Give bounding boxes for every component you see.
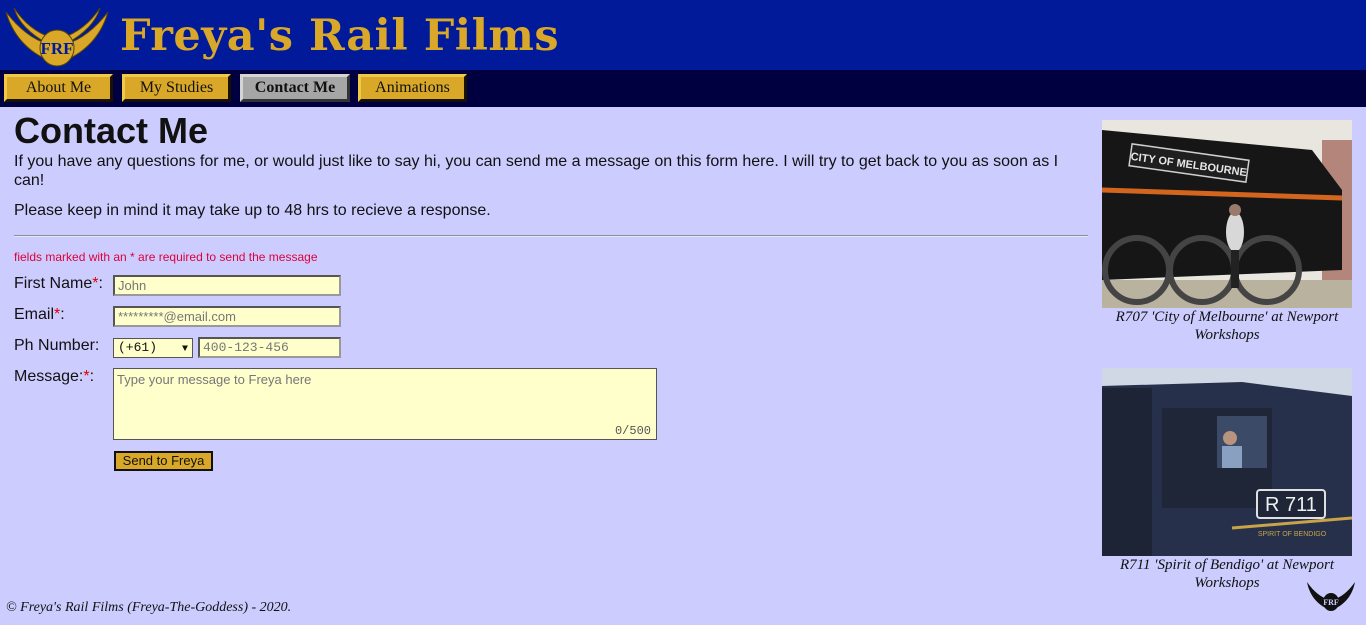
message-textarea[interactable]: Type your message to Freya here 0/500 bbox=[113, 368, 657, 440]
response-time-text: Please keep in mind it may take up to 48… bbox=[14, 202, 491, 219]
footer-copyright: © Freya's Rail Films (Freya-The-Goddess)… bbox=[6, 600, 292, 615]
main-nav: About Me My Studies Contact Me Animation… bbox=[0, 70, 1366, 107]
main-content: Contact Me If you have any questions for… bbox=[14, 110, 1090, 471]
email-input[interactable]: *********@email.com bbox=[113, 306, 341, 327]
photo-caption: R707 'City of Melbourne' at Newport Work… bbox=[1115, 309, 1339, 343]
svg-text:SPIRIT OF BENDIGO: SPIRIT OF BENDIGO bbox=[1258, 531, 1327, 538]
required-fields-note: fields marked with an * are required to … bbox=[14, 250, 318, 264]
nav-about-me-button[interactable]: About Me bbox=[4, 74, 113, 102]
first-name-input[interactable]: John bbox=[113, 275, 341, 296]
nav-contact-me-button[interactable]: Contact Me bbox=[240, 74, 350, 102]
first-name-label: First Name*: bbox=[14, 275, 103, 292]
sidebar-photo-1: CITY OF MELBOURNE R707 'City of Melbourn… bbox=[1102, 120, 1352, 344]
chevron-down-icon: ▼ bbox=[181, 344, 188, 355]
frf-winged-logo-icon[interactable]: FRF bbox=[4, 4, 110, 68]
site-title: Freya's Rail Films bbox=[120, 11, 560, 61]
svg-text:FRF: FRF bbox=[40, 39, 73, 58]
nav-animations-button[interactable]: Animations bbox=[358, 74, 467, 102]
phone-label: Ph Number: bbox=[14, 337, 100, 354]
character-counter: 0/500 bbox=[614, 424, 651, 438]
email-label: Email*: bbox=[14, 306, 65, 323]
svg-text:R 711: R 711 bbox=[1265, 494, 1317, 516]
locomotive-r707-photo: CITY OF MELBOURNE bbox=[1102, 120, 1352, 308]
frf-winged-logo-icon: FRF bbox=[1307, 582, 1355, 611]
phone-number-input[interactable]: 400-123-456 bbox=[198, 337, 341, 358]
page-title: Contact Me bbox=[14, 110, 209, 151]
intro-text: If you have any questions for me, or wou… bbox=[14, 153, 1059, 189]
divider bbox=[14, 235, 1088, 237]
country-code-select[interactable]: (+61) ▼ bbox=[113, 338, 193, 358]
sidebar-photo-2: SPIRIT OF BENDIGO R 711 R711 'Spirit of … bbox=[1102, 368, 1352, 592]
svg-text:FRF: FRF bbox=[1323, 598, 1339, 607]
message-label: Message:*: bbox=[14, 368, 95, 385]
site-header: FRF Freya's Rail Films bbox=[0, 0, 1366, 70]
nav-my-studies-button[interactable]: My Studies bbox=[122, 74, 231, 102]
send-message-button[interactable]: Send to Freya bbox=[114, 451, 213, 471]
locomotive-r711-photo: SPIRIT OF BENDIGO R 711 bbox=[1102, 368, 1352, 556]
